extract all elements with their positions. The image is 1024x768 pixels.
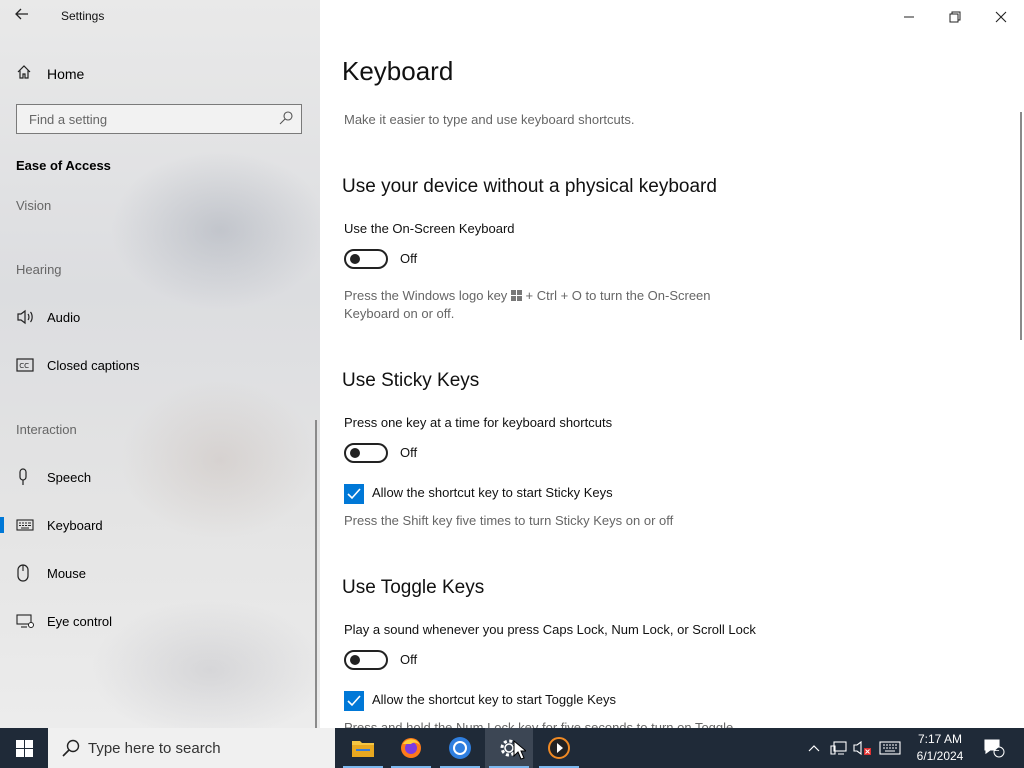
sidebar-item-audio[interactable]: Audio xyxy=(0,299,318,335)
sidebar: Settings Home Ease of Access Vision Hear… xyxy=(0,0,320,728)
app-title: Settings xyxy=(61,9,105,23)
windows-logo-icon xyxy=(510,290,522,301)
find-setting-search[interactable] xyxy=(16,104,302,134)
osk-toggle-state: Off xyxy=(400,251,418,266)
sidebar-item-eye-control[interactable]: Eye control xyxy=(0,603,318,639)
sticky-keys-shortcut-checkbox[interactable] xyxy=(344,484,364,504)
file-explorer-icon[interactable] xyxy=(339,728,387,768)
eye-control-icon xyxy=(16,611,36,631)
notification-center-icon[interactable]: 2 xyxy=(980,728,1008,768)
chrome-icon[interactable] xyxy=(436,728,484,768)
section-heading-toggle-keys: Use Toggle Keys xyxy=(342,577,485,598)
sidebar-item-keyboard[interactable]: Keyboard xyxy=(0,507,318,543)
minimize-icon[interactable] xyxy=(900,8,918,26)
toggle-keys-shortcut-checkbox[interactable] xyxy=(344,691,364,711)
taskbar-search-placeholder: Type here to search xyxy=(88,740,221,757)
restore-icon[interactable] xyxy=(946,8,964,26)
group-vision: Vision xyxy=(16,198,52,213)
home-label: Home xyxy=(47,65,85,82)
page-description: Make it easier to type and use keyboard … xyxy=(344,112,635,127)
media-player-icon[interactable] xyxy=(535,728,583,768)
clock[interactable]: 7:17 AM 6/1/2024 xyxy=(905,731,975,765)
keyboard-icon xyxy=(16,515,36,535)
back-arrow-icon[interactable] xyxy=(14,6,34,26)
sidebar-item-label: Audio xyxy=(47,309,81,325)
osk-hint-text: Press the Windows logo key xyxy=(344,288,508,303)
checkmark-icon xyxy=(347,488,361,500)
sidebar-item-label: Eye control xyxy=(47,613,113,629)
osk-hint-text: Keyboard on or off. xyxy=(344,306,455,321)
background-blur xyxy=(110,150,320,310)
sticky-keys-checkbox-label[interactable]: Allow the shortcut key to start Sticky K… xyxy=(372,485,613,500)
microphone-icon xyxy=(16,467,36,487)
main-scrollbar[interactable] xyxy=(1020,112,1022,340)
group-interaction: Interaction xyxy=(16,422,77,437)
toggle-keys-hint: Press and hold the Num Lock key for five… xyxy=(344,720,734,728)
chevron-up-icon[interactable] xyxy=(804,728,824,768)
group-hearing: Hearing xyxy=(16,262,62,277)
clock-time: 7:17 AM xyxy=(917,732,963,746)
mouse-icon xyxy=(16,563,36,583)
toggle-keys-option-label: Play a sound whenever you press Caps Loc… xyxy=(344,622,756,637)
touch-keyboard-icon[interactable] xyxy=(876,728,904,768)
sidebar-item-mouse[interactable]: Mouse xyxy=(0,555,318,591)
toggle-keys-toggle[interactable] xyxy=(344,650,388,670)
taskbar: Type here to search 7:17 AM 6/1/2024 2 xyxy=(0,728,1024,768)
sidebar-item-speech[interactable]: Speech xyxy=(0,459,318,495)
mouse-cursor-icon xyxy=(513,739,528,765)
sticky-keys-option-label: Press one key at a time for keyboard sho… xyxy=(344,415,613,430)
cc-icon: CC xyxy=(16,355,36,375)
osk-option-label: Use the On-Screen Keyboard xyxy=(344,221,515,236)
sidebar-item-label: Mouse xyxy=(47,565,87,581)
windows-start-icon xyxy=(15,739,33,757)
svg-text:CC: CC xyxy=(19,362,29,370)
toggle-keys-checkbox-label[interactable]: Allow the shortcut key to start Toggle K… xyxy=(372,692,616,707)
sticky-keys-toggle-state: Off xyxy=(400,445,418,460)
speaker-icon xyxy=(16,307,36,327)
close-icon[interactable] xyxy=(992,8,1010,26)
sticky-keys-toggle[interactable] xyxy=(344,443,388,463)
notification-count: 2 xyxy=(994,743,1000,754)
search-icon xyxy=(62,739,80,757)
home-nav[interactable]: Home xyxy=(16,64,84,83)
sidebar-item-label: Keyboard xyxy=(47,517,103,533)
section-heading-sticky-keys: Use Sticky Keys xyxy=(342,370,480,391)
firefox-icon[interactable] xyxy=(387,728,435,768)
clock-date: 6/1/2024 xyxy=(916,749,964,763)
start-button[interactable] xyxy=(0,728,48,768)
toggle-keys-toggle-state: Off xyxy=(400,652,418,667)
sidebar-scrollbar[interactable] xyxy=(315,420,317,728)
osk-hint-text: + Ctrl + O to turn the On-Screen xyxy=(525,288,711,303)
section-title: Ease of Access xyxy=(16,158,111,173)
sidebar-item-label: Speech xyxy=(47,469,92,485)
checkmark-icon xyxy=(347,695,361,707)
sidebar-item-closed-captions[interactable]: CC Closed captions xyxy=(0,347,318,383)
section-heading-osk: Use your device without a physical keybo… xyxy=(342,176,717,197)
home-icon xyxy=(16,64,47,83)
volume-muted-icon[interactable] xyxy=(852,728,874,768)
sticky-keys-hint: Press the Shift key five times to turn S… xyxy=(344,513,674,528)
osk-toggle[interactable] xyxy=(344,249,388,269)
page-title: Keyboard xyxy=(342,56,454,86)
search-icon[interactable] xyxy=(278,110,294,131)
sidebar-item-label: Closed captions xyxy=(47,357,140,373)
taskbar-search-box[interactable]: Type here to search xyxy=(48,728,335,768)
main-pane: Keyboard Make it easier to type and use … xyxy=(320,0,1024,728)
network-icon[interactable] xyxy=(828,728,850,768)
search-input[interactable] xyxy=(27,111,271,128)
osk-hint: Press the Windows logo key + Ctrl + O to… xyxy=(344,287,711,323)
